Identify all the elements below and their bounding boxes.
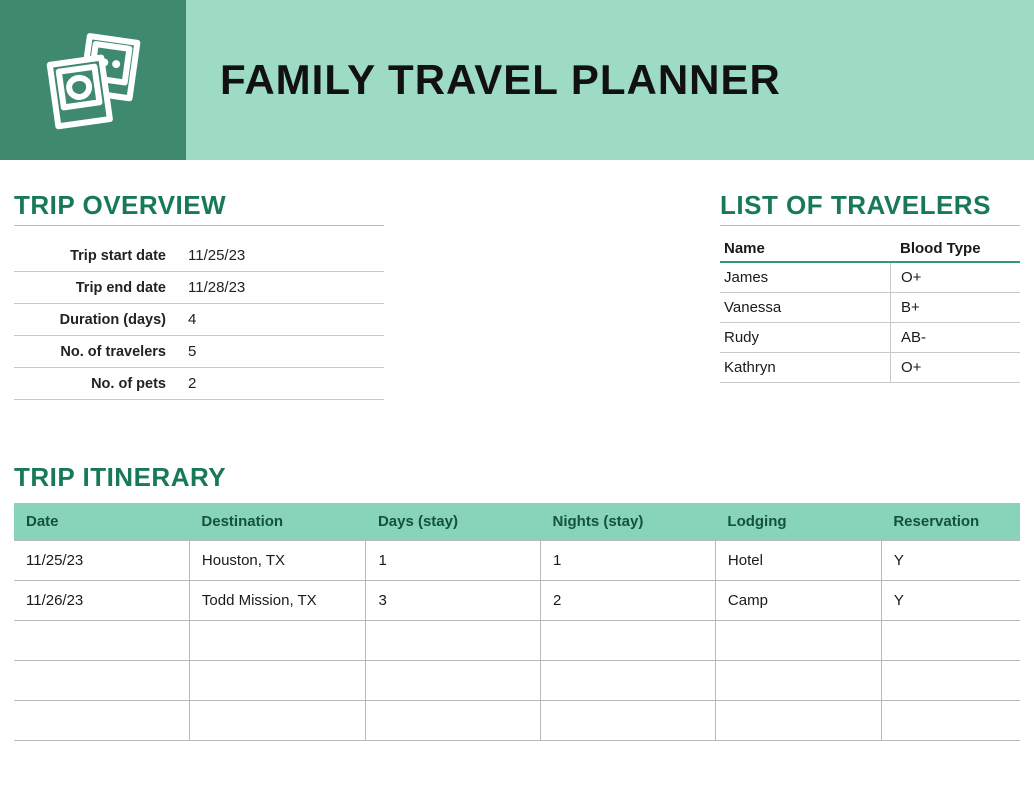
itinerary-row: 11/26/23 Todd Mission, TX 3 2 Camp Y [14,581,1020,621]
itinerary-header-row: Date Destination Days (stay) Nights (sta… [14,503,1020,541]
itinerary-destination[interactable]: Todd Mission, TX [189,581,366,621]
itinerary-days[interactable] [366,621,541,661]
itinerary-row [14,701,1020,741]
itinerary-nights[interactable]: 2 [541,581,716,621]
itinerary-destination[interactable]: Houston, TX [189,541,366,581]
overview-row: No. of travelers 5 [14,336,384,368]
itinerary-date[interactable]: 11/26/23 [14,581,189,621]
overview-value[interactable]: 2 [184,375,196,392]
trip-overview-section: TRIP OVERVIEW Trip start date 11/25/23 T… [14,190,384,400]
top-row: TRIP OVERVIEW Trip start date 11/25/23 T… [14,190,1020,400]
itinerary-reservation[interactable] [881,621,1020,661]
itinerary-row [14,621,1020,661]
photos-icon [38,23,148,138]
traveler-blood[interactable]: O+ [890,353,1020,382]
overview-label: Trip start date [14,248,184,264]
traveler-blood[interactable]: O+ [890,263,1020,292]
travelers-blood-header: Blood Type [890,240,1020,257]
itinerary-nights[interactable] [541,701,716,741]
itinerary-header-destination: Destination [189,503,366,541]
traveler-row: Rudy AB- [720,323,1020,353]
banner-icon-container [0,0,186,160]
itinerary-lodging[interactable] [715,661,881,701]
overview-row: Trip start date 11/25/23 [14,240,384,272]
itinerary-reservation[interactable] [881,701,1020,741]
overview-label: No. of pets [14,376,184,392]
itinerary-reservation[interactable]: Y [881,581,1020,621]
traveler-name[interactable]: Rudy [720,329,890,346]
itinerary-days[interactable]: 3 [366,581,541,621]
overview-value[interactable]: 11/25/23 [184,247,245,264]
itinerary-destination[interactable] [189,701,366,741]
traveler-name[interactable]: Kathryn [720,359,890,376]
itinerary-days[interactable] [366,661,541,701]
itinerary-date[interactable] [14,701,189,741]
itinerary-lodging[interactable]: Hotel [715,541,881,581]
itinerary-header-date: Date [14,503,189,541]
itinerary-table: Date Destination Days (stay) Nights (sta… [14,503,1020,741]
page-title: FAMILY TRAVEL PLANNER [186,0,781,160]
traveler-row: James O+ [720,263,1020,293]
traveler-row: Vanessa B+ [720,293,1020,323]
itinerary-nights[interactable] [541,661,716,701]
itinerary-reservation[interactable] [881,661,1020,701]
itinerary-title: TRIP ITINERARY [14,462,1020,497]
trip-overview-title: TRIP OVERVIEW [14,190,384,226]
itinerary-nights[interactable]: 1 [541,541,716,581]
itinerary-reservation[interactable]: Y [881,541,1020,581]
traveler-name[interactable]: James [720,269,890,286]
overview-label: Trip end date [14,280,184,296]
itinerary-row: 11/25/23 Houston, TX 1 1 Hotel Y [14,541,1020,581]
traveler-row: Kathryn O+ [720,353,1020,383]
banner: FAMILY TRAVEL PLANNER [0,0,1034,160]
overview-value[interactable]: 5 [184,343,196,360]
traveler-name[interactable]: Vanessa [720,299,890,316]
itinerary-nights[interactable] [541,621,716,661]
itinerary-destination[interactable] [189,661,366,701]
itinerary-date[interactable]: 11/25/23 [14,541,189,581]
overview-row: No. of pets 2 [14,368,384,400]
overview-row: Duration (days) 4 [14,304,384,336]
itinerary-header-reservation: Reservation [881,503,1020,541]
itinerary-row [14,661,1020,701]
itinerary-lodging[interactable]: Camp [715,581,881,621]
itinerary-destination[interactable] [189,621,366,661]
overview-value[interactable]: 11/28/23 [184,279,245,296]
traveler-blood[interactable]: B+ [890,293,1020,322]
itinerary-section: TRIP ITINERARY Date Destination Days (st… [14,462,1020,741]
travelers-title: LIST OF TRAVELERS [720,190,1020,226]
traveler-blood[interactable]: AB- [890,323,1020,352]
itinerary-header-lodging: Lodging [715,503,881,541]
itinerary-lodging[interactable] [715,621,881,661]
itinerary-days[interactable] [366,701,541,741]
overview-value[interactable]: 4 [184,311,196,328]
overview-label: Duration (days) [14,312,184,328]
itinerary-header-days: Days (stay) [366,503,541,541]
itinerary-date[interactable] [14,661,189,701]
itinerary-header-nights: Nights (stay) [541,503,716,541]
overview-row: Trip end date 11/28/23 [14,272,384,304]
itinerary-lodging[interactable] [715,701,881,741]
itinerary-days[interactable]: 1 [366,541,541,581]
content: TRIP OVERVIEW Trip start date 11/25/23 T… [0,160,1034,741]
travelers-section: LIST OF TRAVELERS Name Blood Type James … [720,190,1020,400]
itinerary-date[interactable] [14,621,189,661]
travelers-name-header: Name [720,240,890,257]
travelers-header-row: Name Blood Type [720,240,1020,263]
overview-label: No. of travelers [14,344,184,360]
